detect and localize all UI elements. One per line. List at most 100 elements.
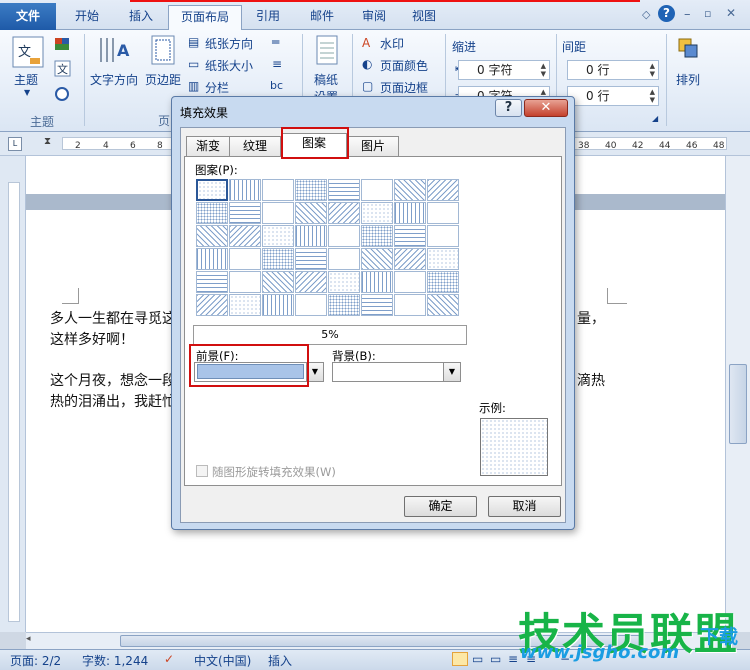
spacing-after-input[interactable]: 0 行 ▲ ▼ — [567, 86, 659, 106]
pattern-swatch[interactable] — [229, 225, 261, 247]
draft-paper-icon[interactable] — [314, 34, 342, 68]
pattern-swatch[interactable] — [328, 271, 360, 293]
hyphenation-label[interactable]: bc — [270, 79, 283, 92]
status-insert-mode[interactable]: 插入 — [268, 652, 292, 669]
arrange-icon[interactable] — [676, 36, 702, 64]
pattern-swatch[interactable] — [328, 179, 360, 201]
pattern-swatch[interactable] — [229, 248, 261, 270]
window-minimize-icon[interactable]: – — [684, 7, 691, 22]
tab-selector-icon[interactable]: L — [8, 137, 22, 151]
themes-icon[interactable]: 文 — [12, 36, 46, 70]
theme-colors-icon[interactable] — [53, 36, 75, 54]
doc-line-1-tail[interactable]: 量， — [577, 308, 605, 328]
spin-down-icon[interactable]: ▼ — [541, 70, 546, 78]
pattern-swatch[interactable] — [196, 294, 228, 316]
theme-fonts-icon[interactable]: 文 — [53, 60, 75, 78]
page-color-label[interactable]: 页面颜色 — [380, 57, 428, 74]
web-layout-icon[interactable]: ▭ — [490, 652, 501, 666]
pattern-swatch[interactable] — [394, 202, 426, 224]
status-page[interactable]: 页面: 2/2 — [10, 652, 61, 669]
tab-review[interactable]: 审阅 — [352, 5, 396, 30]
pattern-swatch[interactable] — [427, 202, 459, 224]
tab-file[interactable]: 文件 — [0, 3, 56, 30]
doc-line-4[interactable]: 热的泪涌出，我赶忙 — [50, 391, 176, 411]
orientation-icon[interactable]: ▤ — [188, 35, 199, 49]
breaks-icon[interactable]: ═ — [272, 35, 279, 49]
pattern-swatch[interactable] — [394, 294, 426, 316]
pattern-swatch[interactable] — [328, 294, 360, 316]
spacing-before-input[interactable]: 0 行 ▲ ▼ — [567, 60, 659, 80]
margins-icon[interactable] — [148, 34, 180, 68]
tab-mailings[interactable]: 邮件 — [300, 5, 344, 30]
tab-texture[interactable]: 纹理 — [229, 136, 281, 156]
pattern-swatch[interactable] — [262, 202, 294, 224]
paper-size-icon[interactable]: ▭ — [188, 57, 199, 71]
minimize-ribbon-icon[interactable]: ◇ — [642, 8, 650, 21]
pattern-swatch[interactable] — [328, 248, 360, 270]
spin-down-icon[interactable]: ▼ — [650, 96, 655, 104]
pattern-swatch[interactable] — [361, 294, 393, 316]
pattern-swatch[interactable] — [196, 225, 228, 247]
spin-up-icon[interactable]: ▲ — [650, 62, 655, 70]
full-screen-reading-icon[interactable]: ▭ — [472, 652, 483, 666]
text-direction-icon[interactable]: A — [97, 34, 137, 68]
pattern-swatch[interactable] — [295, 202, 327, 224]
scrollbar-thumb[interactable] — [729, 364, 747, 444]
line-numbers-icon[interactable]: ≡ — [272, 57, 282, 71]
pattern-swatch[interactable] — [427, 225, 459, 247]
spin-down-icon[interactable]: ▼ — [650, 70, 655, 78]
indent-left-input[interactable]: 0 字符 ▲ ▼ — [458, 60, 550, 80]
help-icon[interactable]: ? — [658, 5, 675, 22]
tab-page-layout[interactable]: 页面布局 — [168, 5, 242, 31]
pattern-swatch[interactable] — [262, 179, 294, 201]
tab-picture[interactable]: 图片 — [347, 136, 399, 156]
pattern-swatch[interactable] — [295, 225, 327, 247]
paragraph-dialog-launcher-icon[interactable]: ◢ — [652, 114, 658, 123]
cancel-button[interactable]: 取消 — [488, 496, 561, 517]
pattern-swatch[interactable] — [196, 248, 228, 270]
page-border-label[interactable]: 页面边框 — [380, 79, 428, 96]
pattern-swatch[interactable] — [427, 179, 459, 201]
themes-dropdown-icon[interactable]: ▼ — [24, 88, 30, 97]
rotate-fill-checkbox[interactable] — [196, 465, 208, 477]
pattern-swatch[interactable] — [427, 248, 459, 270]
pattern-swatch[interactable] — [295, 248, 327, 270]
window-close-icon[interactable]: ✕ — [726, 6, 736, 20]
pattern-swatch[interactable] — [394, 271, 426, 293]
doc-line-1[interactable]: 多人一生都在寻觅这 — [50, 308, 176, 328]
spin-up-icon[interactable]: ▲ — [650, 88, 655, 96]
pattern-swatch[interactable] — [196, 202, 228, 224]
page-color-icon[interactable]: ◐ — [362, 57, 372, 71]
pattern-grid[interactable] — [196, 179, 460, 319]
background-color-dropdown[interactable]: ▼ — [332, 362, 461, 382]
themes-label[interactable]: 主题 — [14, 71, 38, 88]
pattern-swatch[interactable] — [361, 271, 393, 293]
tab-gradient[interactable]: 渐变 — [186, 136, 230, 156]
watermark-label[interactable]: 水印 — [380, 35, 404, 52]
dialog-close-button[interactable]: ✕ — [524, 99, 568, 117]
pattern-swatch[interactable] — [229, 179, 261, 201]
pattern-swatch[interactable] — [262, 271, 294, 293]
window-restore-icon[interactable]: ▫ — [704, 7, 711, 20]
pattern-swatch[interactable] — [229, 271, 261, 293]
orientation-label[interactable]: 纸张方向 — [205, 35, 253, 52]
watermark-icon[interactable]: A — [362, 36, 370, 50]
pattern-swatch[interactable] — [328, 202, 360, 224]
spin-up-icon[interactable]: ▲ — [541, 62, 546, 70]
pattern-swatch[interactable] — [262, 248, 294, 270]
print-layout-icon[interactable] — [452, 652, 468, 666]
pattern-swatch[interactable] — [295, 271, 327, 293]
pattern-swatch[interactable] — [427, 271, 459, 293]
indent-marker-icon[interactable]: ⧗ — [44, 136, 51, 147]
margins-label[interactable]: 页边距 — [145, 71, 181, 88]
status-word-count[interactable]: 字数: 1,244 — [82, 652, 148, 669]
pattern-swatch[interactable] — [196, 179, 228, 201]
page-border-icon[interactable]: ▢ — [362, 79, 373, 93]
proofing-icon[interactable]: ✓ — [164, 652, 174, 666]
pattern-swatch[interactable] — [427, 294, 459, 316]
pattern-swatch[interactable] — [229, 294, 261, 316]
arrange-label[interactable]: 排列 — [676, 71, 700, 88]
text-direction-label[interactable]: 文字方向 — [90, 71, 138, 88]
pattern-swatch[interactable] — [295, 179, 327, 201]
pattern-swatch[interactable] — [229, 202, 261, 224]
